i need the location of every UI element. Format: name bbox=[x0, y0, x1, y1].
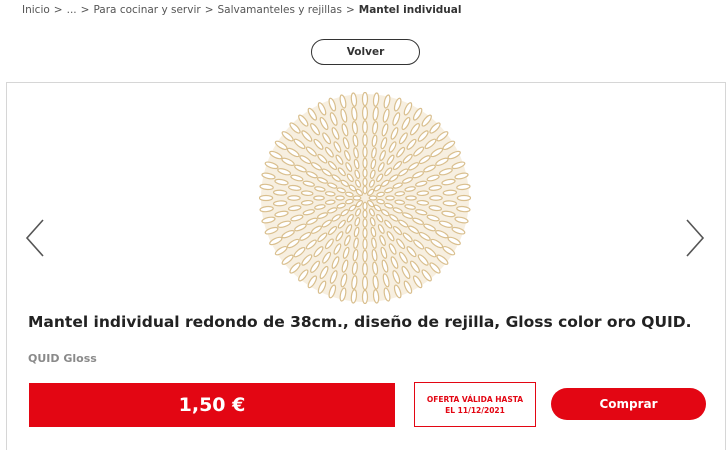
offer-validity-line1: OFERTA VÁLIDA HASTA bbox=[426, 394, 524, 404]
offer-validity-badge: OFERTA VÁLIDA HASTA EL 11/12/2021 bbox=[414, 382, 536, 427]
placemat-image bbox=[258, 91, 472, 305]
chevron-right-icon bbox=[686, 219, 705, 257]
breadcrumb: Inicio >... > Para cocinar y servir > Salvama… bbox=[22, 4, 461, 16]
product-card: Mantel individual redondo de 38cm., dise… bbox=[6, 82, 726, 450]
product-brand: QUID Gloss bbox=[28, 352, 97, 365]
breadcrumb-separator: > bbox=[53, 4, 63, 16]
breadcrumb-link-salvamanteles[interactable]: Salvamanteles y rejillas bbox=[218, 4, 342, 16]
buy-button[interactable]: Comprar bbox=[551, 388, 706, 420]
breadcrumb-link-ellipsis[interactable]: ... bbox=[67, 4, 77, 16]
breadcrumb-link-para-cocinar[interactable]: Para cocinar y servir bbox=[93, 4, 200, 16]
offer-validity-line2: EL 11/12/2021 bbox=[445, 405, 505, 415]
carousel-prev-button[interactable] bbox=[22, 216, 48, 260]
chevron-left-icon bbox=[25, 219, 44, 257]
back-button[interactable]: Volver bbox=[311, 39, 420, 65]
price-display: 1,50 € bbox=[29, 383, 395, 427]
carousel-next-button[interactable] bbox=[682, 216, 708, 260]
breadcrumb-current: Mantel individual bbox=[358, 4, 462, 16]
breadcrumb-link-inicio[interactable]: Inicio bbox=[22, 4, 50, 16]
breadcrumb-separator: > bbox=[204, 4, 214, 16]
breadcrumb-separator: > bbox=[80, 4, 90, 16]
product-image bbox=[258, 91, 472, 305]
product-title: Mantel individual redondo de 38cm., dise… bbox=[28, 313, 692, 331]
breadcrumb-separator: > bbox=[345, 4, 355, 16]
